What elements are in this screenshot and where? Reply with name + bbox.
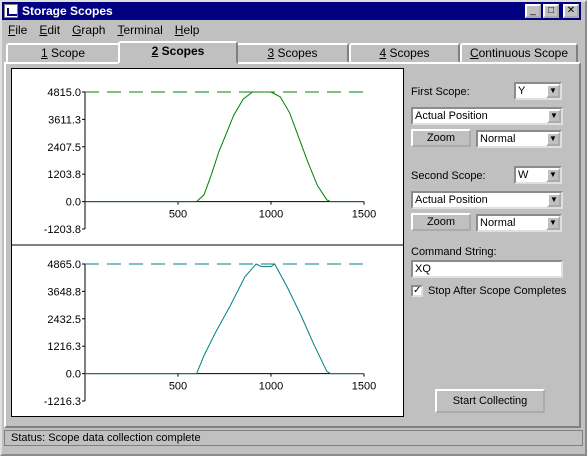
minimize-icon[interactable]: _ [525,4,541,18]
command-string-input[interactable]: XQ [411,260,563,278]
menu-label: ile [15,23,28,37]
close-icon[interactable]: ✕ [563,4,579,18]
y-tick-label: -1216.3 [44,396,81,408]
first-scope-label: First Scope: [411,86,470,98]
tab-3[interactable]: 4 Scopes [349,43,460,63]
first-scope-axis-select[interactable]: Y ▼ [514,82,562,100]
y-tick-label: 1203.8 [47,169,81,181]
y-tick-label: 3611.3 [48,114,81,126]
first-scope-variable-value: Actual Position [415,110,488,122]
scope-chart-1: 4815.0 3611.3 2407.5 1203.8 0.0 -1203.8 500 100… [44,87,377,236]
maximize-icon[interactable]: □ [543,4,559,18]
x-tick-label: 1500 [352,381,376,393]
y-tick-label: 0.0 [66,197,81,209]
x-tick-label: 1500 [352,209,376,221]
y-tick-label: 1216.3 [47,341,81,353]
chevron-down-icon: ▼ [546,168,560,182]
status-text: Status: Scope data collection complete [11,432,201,444]
chevron-down-icon: ▼ [546,132,560,146]
y-tick-label: 4865.0 [47,259,81,271]
second-scope-axis-value: W [518,169,529,181]
y-tick-label: 2432.5 [47,314,81,326]
second-scope-variable-select[interactable]: Actual Position ▼ [411,191,563,209]
tab-label: Scopes [274,46,318,60]
menu-label: elp [183,23,200,37]
menu-item-4[interactable]: Help [169,23,206,37]
y-tick-label: 2407.5 [47,142,81,154]
scope-plot-area: 4815.0 3611.3 2407.5 1203.8 0.0 -1203.8 500 100… [11,68,404,417]
x-tick-label: 500 [169,209,187,221]
tab-2[interactable]: 3 Scopes [236,43,349,63]
menu-label: dit [47,23,61,37]
zoom-button-first[interactable]: Zoom [411,129,471,147]
tab-label: Scopes [158,44,205,58]
start-collecting-button[interactable]: Start Collecting [435,389,545,413]
tab-4[interactable]: Continuous Scope [460,43,578,63]
check-icon: ✓ [413,285,422,296]
status-bar: Status: Scope data collection complete [4,430,583,446]
second-scope-mode-value: Normal [480,217,516,229]
scope-trace [85,91,364,203]
title-bar[interactable]: Storage Scopes _ □ ✕ [2,2,581,20]
second-scope-variable-value: Actual Position [415,194,488,206]
tab-label: Scopes [386,46,430,60]
menu-item-2[interactable]: Graph [66,23,111,37]
scope-plots: 4815.0 3611.3 2407.5 1203.8 0.0 -1203.8 500 100… [12,87,403,408]
y-tick-label: -1203.8 [44,224,81,236]
first-scope-axis-value: Y [518,85,526,97]
stop-after-scope-label: Stop After Scope Completes [428,285,567,297]
tab-accel: 1 [40,46,48,60]
menu-accel: G [72,23,82,37]
title-buttons: _ □ ✕ [525,4,579,18]
y-tick-label: 3648.8 [47,286,81,298]
second-scope-axis-select[interactable]: W ▼ [514,166,562,184]
first-scope-mode-select[interactable]: Normal ▼ [476,130,562,148]
tab-1[interactable]: 2 Scopes [118,41,238,64]
menu-label: raph [81,23,106,37]
tab-0[interactable]: 1 Scope [6,43,120,63]
tab-strip: 1 Scope 2 Scopes 3 Scopes 4 Scopes Continuou… [4,41,581,64]
x-tick-label: 1000 [259,209,283,221]
stop-after-scope-checkbox[interactable]: ✓ [411,285,423,297]
tab-label: Scope [47,46,86,60]
first-scope-variable-select[interactable]: Actual Position ▼ [411,107,563,125]
y-tick-label: 4815.0 [47,87,81,99]
window-title: Storage Scopes [22,4,113,18]
x-tick-label: 500 [169,381,187,393]
command-string-label: Command String: [411,246,497,258]
menu-item-1[interactable]: Edit [33,23,66,37]
tab-label: ontinuous Scope [478,46,569,60]
y-tick-label: 0.0 [66,369,81,381]
x-tick-label: 1000 [259,381,283,393]
menu-bar: File Edit Graph Terminal Help [2,21,205,39]
first-scope-mode-value: Normal [480,133,516,145]
second-scope-mode-select[interactable]: Normal ▼ [476,214,562,232]
chevron-down-icon: ▼ [547,109,561,123]
scope-trace [85,263,364,375]
chevron-down-icon: ▼ [547,193,561,207]
menu-item-3[interactable]: Terminal [111,23,168,37]
tab-accel: C [469,46,479,60]
menu-item-0[interactable]: File [2,23,33,37]
app-icon [4,4,18,18]
menu-label: erminal [123,23,163,37]
chevron-down-icon: ▼ [546,216,560,230]
zoom-button-second[interactable]: Zoom [411,213,471,231]
chevron-down-icon: ▼ [546,84,560,98]
second-scope-label: Second Scope: [411,170,486,182]
scope-chart-2: 4865.0 3648.8 2432.5 1216.3 0.0 -1216.3 500 100… [44,259,377,408]
